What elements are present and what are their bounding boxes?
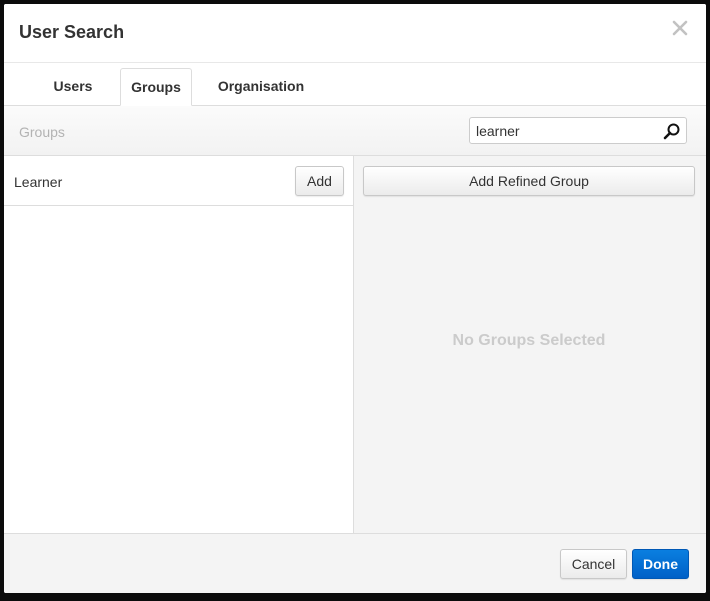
section-label: Groups <box>19 124 65 140</box>
list-item: Learner Add <box>4 156 353 206</box>
add-group-button[interactable]: Add <box>295 166 344 196</box>
tab-bar: Users Groups Organisation <box>4 63 706 106</box>
tab-groups[interactable]: Groups <box>120 68 192 106</box>
tab-users[interactable]: Users <box>38 68 108 105</box>
search-box <box>469 117 687 144</box>
tab-organisation[interactable]: Organisation <box>211 68 311 105</box>
cancel-button[interactable]: Cancel <box>560 549 627 579</box>
empty-selection-message: No Groups Selected <box>452 332 606 349</box>
dialog-header: User Search <box>4 4 706 63</box>
done-button[interactable]: Done <box>632 549 689 579</box>
search-icon[interactable] <box>663 122 681 140</box>
user-search-dialog: User Search Users Groups Organisation Gr… <box>4 4 706 593</box>
close-icon[interactable] <box>670 18 690 38</box>
dialog-title: User Search <box>19 22 125 42</box>
search-toolbar: Groups <box>4 106 706 156</box>
group-name: Learner <box>14 174 63 190</box>
search-input[interactable] <box>470 118 655 143</box>
results-pane: Learner Add <box>4 156 354 533</box>
selected-groups-pane: Add Refined Group No Groups Selected <box>354 156 706 533</box>
add-refined-group-button[interactable]: Add Refined Group <box>363 166 695 196</box>
dialog-footer: Cancel Done <box>4 533 706 593</box>
